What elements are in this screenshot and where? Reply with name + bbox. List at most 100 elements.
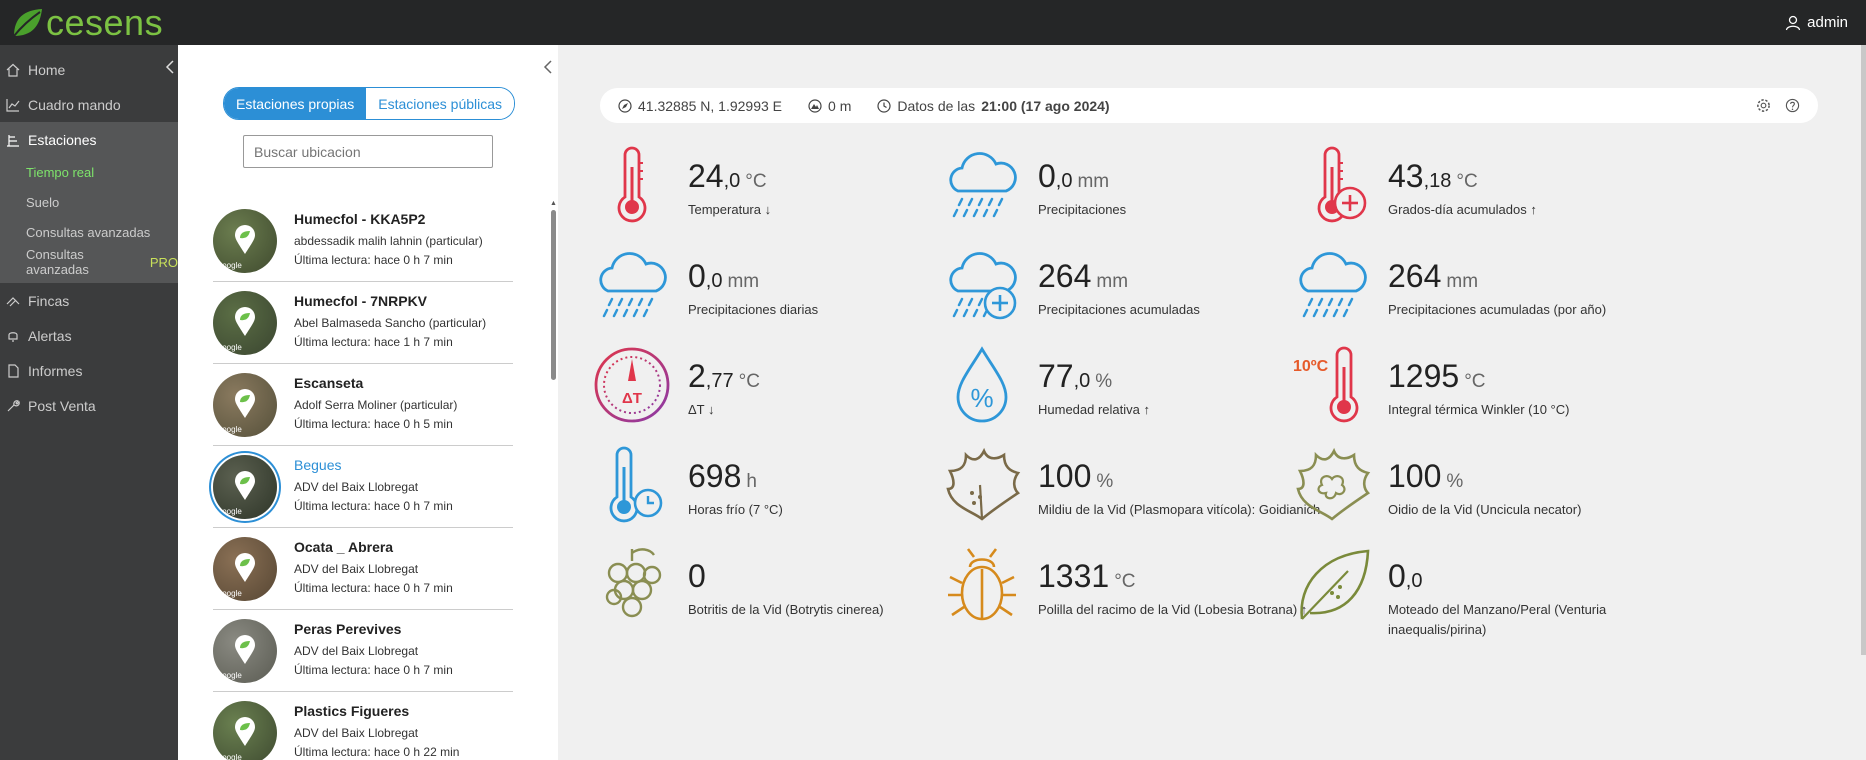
user-menu[interactable]: admin xyxy=(1785,14,1848,31)
station-item[interactable]: Google Escanseta Adolf Serra Moliner (pa… xyxy=(213,364,513,446)
user-icon xyxy=(1785,15,1801,30)
metric-card[interactable]: 264 mm Precipitaciones acumuladas xyxy=(942,245,1352,335)
station-item[interactable]: Google Ocata _ Abrera ADV del Baix Llobr… xyxy=(213,528,513,610)
clock-icon xyxy=(877,98,891,113)
station-map-thumbnail: Google xyxy=(213,618,277,683)
map-pin-icon xyxy=(235,470,255,500)
sidebar-subitem-tiempo-real[interactable]: Tiempo real xyxy=(0,157,178,187)
sidebar-subitem-consultas-avanzadas[interactable]: Consultas avanzadas xyxy=(0,217,178,247)
settings-gear-icon[interactable] xyxy=(1756,98,1771,113)
sidebar-item-estaciones[interactable]: Estaciones xyxy=(0,122,178,157)
map-pin-icon xyxy=(235,388,255,418)
top-bar: cesens admin xyxy=(0,0,1866,45)
station-name[interactable]: Escanseta xyxy=(294,375,457,391)
station-list: Google Humecfol - KKA5P2 abdessadik mali… xyxy=(213,200,513,760)
metric-card[interactable]: 100% Mildiu de la Vid (Plasmopara vitíco… xyxy=(942,445,1352,535)
metric-card[interactable]: 24,0 °C Temperatura ↓ xyxy=(592,145,1002,235)
help-icon[interactable] xyxy=(1785,98,1800,113)
metric-card[interactable]: ΔT 2,77 °C ΔT ↓ xyxy=(592,345,1002,435)
station-item[interactable]: Google Plastics Figueres ADV del Baix Ll… xyxy=(213,692,513,760)
metric-card[interactable]: 43,18 °C Grados-día acumulados ↑ xyxy=(1292,145,1702,235)
station-last-reading: Última lectura: hace 0 h 22 min xyxy=(294,745,460,759)
search-location-input[interactable] xyxy=(243,135,493,168)
station-owner: ADV del Baix Llobregat xyxy=(294,480,419,494)
chart-line-icon xyxy=(6,98,20,112)
vine-leaf-icon xyxy=(942,445,1022,525)
tab-estaciones-propias[interactable]: Estaciones propias xyxy=(224,88,367,119)
map-watermark: Google xyxy=(216,424,242,434)
metric-label: Precipitaciones acumuladas (por año) xyxy=(1388,302,1607,317)
station-name[interactable]: Humecfol - KKA5P2 xyxy=(294,211,483,227)
humidity-drop-icon: % xyxy=(942,345,1022,425)
station-info-bar: 41.32885 N, 1.92993 E 0 m Datos de las 2… xyxy=(600,88,1818,123)
station-item[interactable]: Google Peras Perevives ADV del Baix Llob… xyxy=(213,610,513,692)
svg-text:%: % xyxy=(970,383,993,413)
station-item[interactable]: Google Humecfol - KKA5P2 abdessadik mali… xyxy=(213,200,513,282)
sidebar-item-cuadro-mando[interactable]: Cuadro mando xyxy=(0,87,178,122)
station-owner: abdessadik malih lahnin (particular) xyxy=(294,234,483,248)
gauge-delta-t-icon: ΔT xyxy=(592,345,672,425)
brand-logo[interactable]: cesens xyxy=(10,2,163,44)
sidebar-subitem-suelo[interactable]: Suelo xyxy=(0,187,178,217)
station-owner: ADV del Baix Llobregat xyxy=(294,562,419,576)
sidebar-item-fincas[interactable]: Fincas xyxy=(0,283,178,318)
scroll-up-arrow[interactable]: ▲ xyxy=(550,200,557,207)
metric-card[interactable]: 1331 °C Polilla del racimo de la Vid (Lob… xyxy=(942,545,1352,635)
station-item[interactable]: Google Begues ADV del Baix Llobregat Últ… xyxy=(213,446,513,528)
metric-card[interactable]: 0,0 mm Precipitaciones diarias xyxy=(592,245,1002,335)
farm-icon xyxy=(6,296,20,306)
station-name[interactable]: Begues xyxy=(294,457,453,473)
tab-estaciones-publicas[interactable]: Estaciones públicas xyxy=(366,88,515,119)
chevron-left-icon[interactable] xyxy=(165,59,175,75)
station-icon xyxy=(7,134,19,147)
station-item[interactable]: Google Humecfol - 7NRPKV Abel Balmaseda … xyxy=(213,282,513,364)
station-name[interactable]: Humecfol - 7NRPKV xyxy=(294,293,486,309)
station-map-thumbnail: Google xyxy=(213,454,277,519)
station-info: Humecfol - 7NRPKV Abel Balmaseda Sancho … xyxy=(294,293,486,352)
coordinates: 41.32885 N, 1.92993 E xyxy=(618,98,782,114)
metric-card[interactable]: % 77,0% Humedad relativa ↑ xyxy=(942,345,1352,435)
station-name[interactable]: Peras Perevives xyxy=(294,621,453,637)
page-scrollbar[interactable] xyxy=(1861,45,1866,655)
station-owner: Abel Balmaseda Sancho (particular) xyxy=(294,316,487,330)
station-map-thumbnail: Google xyxy=(213,372,277,437)
metric-card[interactable]: 0 Botritis de la Vid (Botrytis cinerea) xyxy=(592,545,1002,635)
metric-label: Oidio de la Vid (Uncicula necator) xyxy=(1388,502,1582,517)
metric-card[interactable]: 264 mm Precipitaciones acumuladas (por añ… xyxy=(1292,245,1702,335)
station-last-reading: Última lectura: hace 0 h 7 min xyxy=(294,253,453,267)
station-info: Escanseta Adolf Serra Moliner (particula… xyxy=(294,375,457,434)
metric-text: 43,18 °C Grados-día acumulados ↑ xyxy=(1388,159,1708,220)
station-last-reading: Última lectura: hace 0 h 7 min xyxy=(294,499,453,513)
metric-card[interactable]: 100% Oidio de la Vid (Uncicula necator) xyxy=(1292,445,1702,535)
svg-text:ΔT: ΔT xyxy=(622,390,642,407)
brand-name: cesens xyxy=(46,1,164,43)
station-map-thumbnail: Google xyxy=(213,700,277,760)
station-list-scrollbar[interactable] xyxy=(551,210,556,380)
metric-card[interactable]: 10ºC 1295 °C Integral térmica Winkler (10… xyxy=(1292,345,1702,435)
metric-card[interactable]: 698 h Horas frío (7 °C) xyxy=(592,445,1002,535)
map-pin-icon xyxy=(235,224,255,254)
sidebar-subitem-consultas-avanzadas-pro[interactable]: Consultas avanzadas PRO xyxy=(0,247,178,277)
station-name[interactable]: Plastics Figueres xyxy=(294,703,459,719)
sidebar-item-post-venta[interactable]: Post Venta xyxy=(0,388,178,423)
station-owner: ADV del Baix Llobregat xyxy=(294,644,419,658)
altitude-icon xyxy=(808,98,822,113)
station-name[interactable]: Ocata _ Abrera xyxy=(294,539,453,555)
station-source-toggle: Estaciones propias Estaciones públicas xyxy=(223,87,516,120)
sidebar-item-alertas[interactable]: Alertas xyxy=(0,318,178,353)
metric-text: 1295 °C Integral térmica Winkler (10 °C) xyxy=(1388,359,1708,420)
map-watermark: Google xyxy=(216,342,242,352)
beetle-icon xyxy=(942,545,1022,625)
thermometer-plus-icon xyxy=(1292,145,1372,225)
chevron-left-icon[interactable] xyxy=(543,59,553,75)
user-name: admin xyxy=(1807,14,1848,31)
metric-value: 43,18 °C xyxy=(1388,158,1478,194)
metric-card[interactable]: 0,0 mm Precipitaciones xyxy=(942,145,1352,235)
sidebar-item-home[interactable]: Home xyxy=(0,52,178,87)
grapes-icon xyxy=(592,545,672,625)
metric-card[interactable]: 0,0 Moteado del Manzano/Peral (Venturia … xyxy=(1292,545,1702,637)
sidebar-item-informes[interactable]: Informes xyxy=(0,353,178,388)
station-info: Ocata _ Abrera ADV del Baix Llobregat Úl… xyxy=(294,539,453,598)
sidebar: Home Cuadro mando Estaciones Tiempo real… xyxy=(0,45,178,760)
map-pin-icon xyxy=(235,306,255,336)
